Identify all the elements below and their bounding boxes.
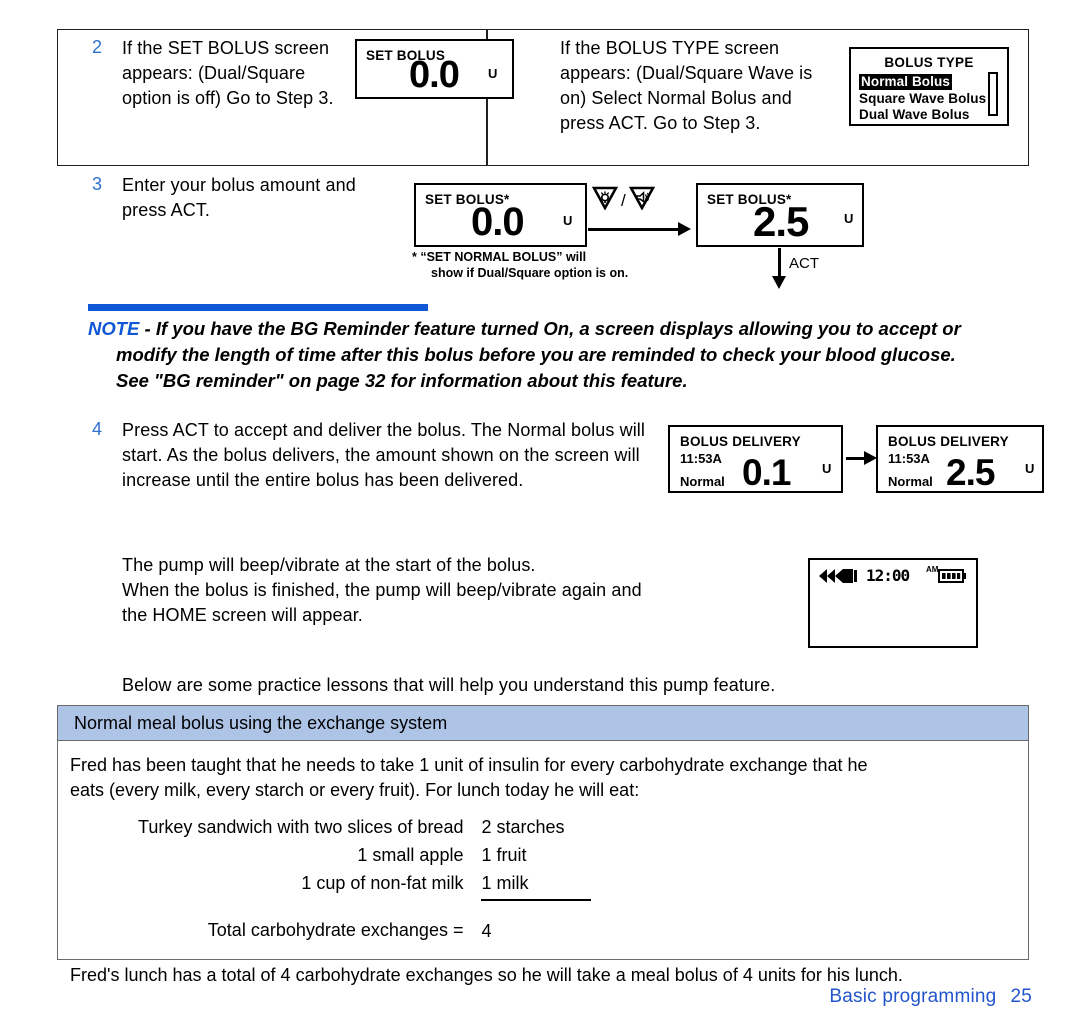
screen-bolus-type-title: BOLUS TYPE: [884, 55, 974, 70]
lesson-closing: Fred's lunch has a total of 4 carbohydra…: [70, 965, 903, 985]
step2-text: If the SET BOLUS screen appears: (Dual/S…: [122, 38, 334, 108]
lesson-intro-line-2: eats (every milk, every starch or every …: [70, 780, 640, 800]
home-time: 12:00: [866, 566, 910, 585]
beep-line-1: The pump will beep/vibrate at the start …: [122, 555, 536, 575]
flow-arrow-right: [588, 222, 691, 236]
bolus-type-option-square[interactable]: Square Wave Bolus: [859, 91, 1007, 107]
footnote-line-1: * “SET NORMAL BOLUS” will: [412, 250, 587, 264]
beep-vibrate-icons: /: [591, 186, 655, 215]
total-value: 4: [481, 899, 592, 947]
bolus-delivery-partial-time: 11:53A: [680, 451, 722, 466]
bolus-delivery-partial-type: Normal: [680, 474, 725, 489]
reservoir-icon: [818, 568, 864, 589]
bolus-delivery-partial-value: 0.1: [742, 452, 791, 493]
food-description: 1 small apple: [357, 845, 464, 865]
bolus-delivery-complete-type: Normal: [888, 474, 933, 489]
flow-arrow-down: [772, 248, 786, 289]
table-row: 1 small apple 1 fruit: [138, 843, 591, 871]
note-line-2: modify the length of time after this bol…: [116, 344, 956, 365]
note-block: NOTE - If you have the BG Reminder featu…: [88, 316, 1053, 394]
screen-set-bolus-star-zero-value: 0.0: [471, 200, 525, 244]
screen-bolus-delivery-partial: BOLUS DELIVERY 11:53A Normal 0.1 U: [668, 425, 843, 493]
note-dash: -: [139, 318, 156, 339]
bolus-delivery-partial-unit: U: [822, 461, 832, 476]
footnote-line-2: show if Dual/Square option is on.: [431, 266, 629, 280]
practice-intro: Below are some practice lessons that wil…: [122, 675, 776, 695]
note-label: NOTE: [88, 318, 140, 339]
total-label: Total carbohydrate exchanges =: [207, 920, 464, 940]
screen-set-bolus-star-value-text: 2.5: [753, 198, 809, 245]
screen-home: 12:00 AM: [808, 558, 978, 648]
bolus-delivery-complete-value: 2.5: [946, 452, 995, 493]
table-row: 1 cup of non-fat milk 1 milk: [138, 871, 591, 900]
bolus-type-option-normal[interactable]: Normal Bolus: [851, 73, 1007, 91]
note-line-1: If you have the BG Reminder feature turn…: [155, 318, 961, 339]
screen-set-bolus-value: 0.0: [409, 54, 460, 96]
step2b-text: If the BOLUS TYPE screen appears: (Dual/…: [560, 38, 813, 133]
food-exchange: 2 starches: [481, 817, 565, 837]
beep-line-3: the HOME screen will appear.: [122, 605, 363, 625]
screen-bolus-type: BOLUS TYPE Normal Bolus Square Wave Bolu…: [849, 47, 1009, 126]
bolus-delivery-complete-unit: U: [1025, 461, 1035, 476]
beep-triangle-icon: [591, 186, 619, 215]
food-description: 1 cup of non-fat milk: [301, 873, 464, 893]
step3-number: 3: [92, 174, 103, 194]
step4-number: 4: [92, 419, 103, 439]
screen-set-bolus-star-unit: U: [844, 211, 854, 226]
act-label: ACT: [789, 255, 819, 272]
slash-separator: /: [621, 190, 626, 210]
table-row-total: Total carbohydrate exchanges = 4: [138, 899, 592, 947]
lesson-intro-line-1: Fred has been taught that he needs to ta…: [70, 755, 868, 775]
footer-section: Basic programming: [829, 986, 997, 1007]
screen-set-bolus: SET BOLUS 0.0 U: [355, 39, 514, 99]
screen-set-bolus-unit: U: [488, 66, 498, 81]
food-description: Turkey sandwich with two slices of bread: [138, 817, 464, 837]
lesson-header: Normal meal bolus using the exchange sys…: [58, 706, 1028, 741]
lesson-body: Fred has been taught that he needs to ta…: [58, 741, 1028, 988]
food-exchange: 1 fruit: [481, 845, 527, 865]
step3-text: Enter your bolus amount and press ACT.: [122, 175, 356, 220]
footer-page-number: 25: [1010, 986, 1032, 1007]
beep-line-2: When the bolus is finished, the pump wil…: [122, 580, 642, 600]
food-exchange: 1 milk: [481, 873, 529, 893]
bolus-delivery-complete-time: 11:53A: [888, 451, 930, 466]
bolus-type-option-dual[interactable]: Dual Wave Bolus: [859, 107, 1007, 123]
table-row: Turkey sandwich with two slices of bread…: [138, 815, 591, 843]
exchange-table: Turkey sandwich with two slices of bread…: [138, 815, 592, 947]
note-accent-bar: [88, 304, 428, 311]
note-line-3: See "BG reminder" on page 32 for informa…: [116, 370, 688, 391]
vibrate-triangle-icon: [628, 186, 655, 215]
manual-page: 2 If the SET BOLUS screen appears: (Dual…: [0, 0, 1080, 1033]
step4-text: Press ACT to accept and deliver the bolu…: [122, 420, 645, 490]
bolus-delivery-complete-title: BOLUS DELIVERY: [888, 434, 1009, 449]
step2-number: 2: [92, 37, 103, 57]
bolus-delivery-partial-title: BOLUS DELIVERY: [680, 434, 801, 449]
home-meridiem: AM: [926, 565, 939, 574]
battery-icon: [938, 568, 968, 589]
screen-set-bolus-star-zero: SET BOLUS* 0.0 U: [414, 183, 587, 247]
screen-set-bolus-star-zero-unit: U: [563, 213, 573, 228]
page-footer: Basic programming 25: [829, 986, 1032, 1008]
practice-lesson-box: Normal meal bolus using the exchange sys…: [57, 705, 1029, 985]
screen-set-bolus-star-value: SET BOLUS* 2.5 U: [696, 183, 864, 247]
scrollbar[interactable]: [988, 72, 998, 116]
flow-arrow-right-delivery: [846, 451, 877, 465]
screen-bolus-delivery-complete: BOLUS DELIVERY 11:53A Normal 2.5 U: [876, 425, 1044, 493]
